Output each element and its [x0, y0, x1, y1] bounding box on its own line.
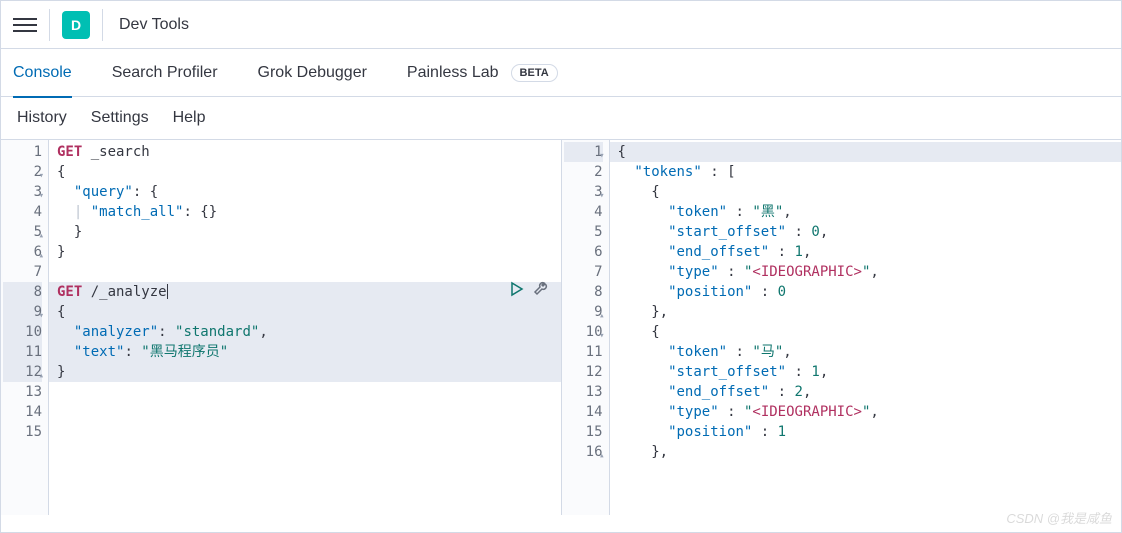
line-number: 14: [3, 402, 42, 422]
divider: [102, 9, 103, 41]
code-line[interactable]: }: [49, 222, 561, 242]
line-number: 11: [564, 342, 603, 362]
line-number: 4: [564, 202, 603, 222]
line-number: 7: [564, 262, 603, 282]
request-code[interactable]: GET _search{ "query": { | "match_all": {…: [49, 140, 561, 515]
code-line[interactable]: "token" : "黑",: [610, 202, 1122, 222]
line-number: 2: [564, 162, 603, 182]
wrench-icon[interactable]: [533, 281, 549, 301]
code-line[interactable]: "text": "黑马程序员": [49, 342, 561, 362]
line-number: 5: [564, 222, 603, 242]
divider: [49, 9, 50, 41]
code-line[interactable]: }: [49, 362, 561, 382]
editor-panes: 12▾3▾45▴6▴789▾101112▴131415 GET _search{…: [1, 139, 1121, 515]
line-number: 11: [3, 342, 42, 362]
code-line[interactable]: "token" : "马",: [610, 342, 1122, 362]
code-line[interactable]: {: [49, 302, 561, 322]
code-line[interactable]: {: [49, 162, 561, 182]
code-line[interactable]: "analyzer": "standard",: [49, 322, 561, 342]
line-number: 15: [564, 422, 603, 442]
tab-console[interactable]: Console: [13, 49, 72, 97]
line-number: 3▾: [564, 182, 603, 202]
code-line[interactable]: "type" : "<IDEOGRAPHIC>",: [610, 262, 1122, 282]
response-pane[interactable]: 1▾23▾456789▴10▾111213141516▴ { "tokens" …: [562, 140, 1122, 515]
line-number: 13: [564, 382, 603, 402]
line-number: 15: [3, 422, 42, 442]
app-header: D Dev Tools: [1, 1, 1121, 49]
code-line[interactable]: "query": {: [49, 182, 561, 202]
tab-grok-debugger[interactable]: Grok Debugger: [258, 49, 367, 97]
line-number: 2▾: [3, 162, 42, 182]
code-line[interactable]: },: [610, 302, 1122, 322]
watermark: CSDN @我是咸鱼: [1006, 508, 1112, 527]
line-number: 9▾: [3, 302, 42, 322]
request-gutter: 12▾3▾45▴6▴789▾101112▴131415: [1, 140, 49, 515]
code-line[interactable]: "end_offset" : 2,: [610, 382, 1122, 402]
code-line[interactable]: "type" : "<IDEOGRAPHIC>",: [610, 402, 1122, 422]
line-number: 6: [564, 242, 603, 262]
code-line[interactable]: "position" : 0: [610, 282, 1122, 302]
subtab-history[interactable]: History: [17, 109, 67, 127]
code-line[interactable]: {: [610, 322, 1122, 342]
beta-badge: BETA: [511, 64, 558, 82]
line-number: 13: [3, 382, 42, 402]
request-pane[interactable]: 12▾3▾45▴6▴789▾101112▴131415 GET _search{…: [1, 140, 562, 515]
line-number: 10▾: [564, 322, 603, 342]
subtab-settings[interactable]: Settings: [91, 109, 149, 127]
code-line[interactable]: "start_offset" : 0,: [610, 222, 1122, 242]
response-gutter: 1▾23▾456789▴10▾111213141516▴: [562, 140, 610, 515]
line-number: 4: [3, 202, 42, 222]
code-line[interactable]: {: [610, 142, 1122, 162]
sub-tab-bar: History Settings Help: [1, 97, 1121, 139]
line-number: 10: [3, 322, 42, 342]
tab-search-profiler[interactable]: Search Profiler: [112, 49, 218, 97]
code-line[interactable]: | "match_all": {}: [49, 202, 561, 222]
menu-icon[interactable]: [13, 13, 37, 37]
code-line[interactable]: "tokens" : [: [610, 162, 1122, 182]
play-icon[interactable]: [509, 281, 525, 301]
line-number: 12: [564, 362, 603, 382]
line-number: 5▴: [3, 222, 42, 242]
subtab-help[interactable]: Help: [173, 109, 206, 127]
line-number: 1: [3, 142, 42, 162]
code-line[interactable]: [49, 262, 561, 282]
line-number: 3▾: [3, 182, 42, 202]
code-line[interactable]: GET _search: [49, 142, 561, 162]
line-number: 16▴: [564, 442, 603, 462]
code-line[interactable]: [49, 382, 561, 402]
line-number: 1▾: [564, 142, 603, 162]
code-line[interactable]: [49, 422, 561, 442]
line-number: 14: [564, 402, 603, 422]
line-number: 7: [3, 262, 42, 282]
page-title: Dev Tools: [119, 16, 189, 34]
code-line[interactable]: "start_offset" : 1,: [610, 362, 1122, 382]
code-line[interactable]: "end_offset" : 1,: [610, 242, 1122, 262]
tab-painless-lab[interactable]: Painless Lab: [407, 49, 499, 97]
line-number: 8: [3, 282, 42, 302]
line-number: 6▴: [3, 242, 42, 262]
request-actions: [509, 281, 549, 301]
code-line[interactable]: }: [49, 242, 561, 262]
response-code: { "tokens" : [ { "token" : "黑", "start_o…: [610, 140, 1122, 515]
line-number: 8: [564, 282, 603, 302]
app-logo[interactable]: D: [62, 11, 90, 39]
code-line[interactable]: },: [610, 442, 1122, 462]
line-number: 9▴: [564, 302, 603, 322]
code-line[interactable]: {: [610, 182, 1122, 202]
tab-bar: Console Search Profiler Grok Debugger Painl…: [1, 49, 1121, 97]
code-line[interactable]: [49, 402, 561, 422]
code-line[interactable]: "position" : 1: [610, 422, 1122, 442]
line-number: 12▴: [3, 362, 42, 382]
code-line[interactable]: GET /_analyze: [49, 282, 561, 302]
